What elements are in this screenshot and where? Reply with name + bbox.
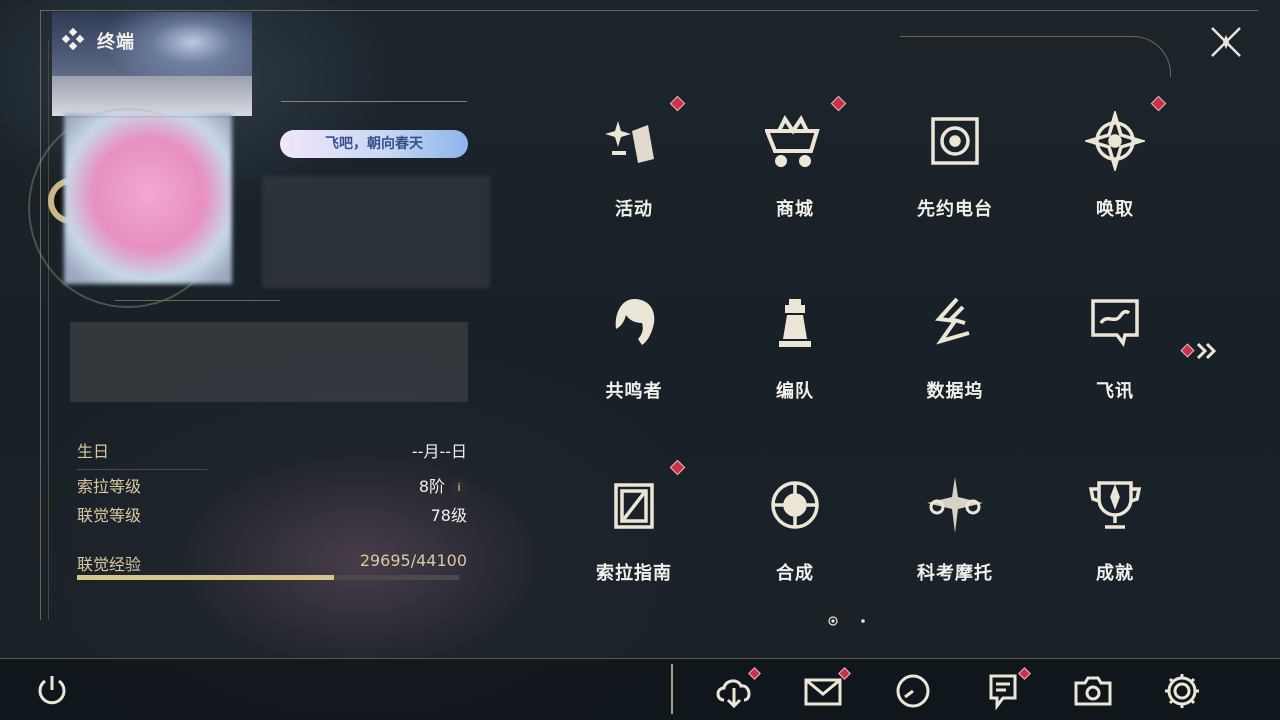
stat-sol-rank: 索拉等级 8阶 i [77, 473, 467, 497]
close-icon[interactable] [1208, 24, 1244, 60]
page-title: 终端 [97, 32, 135, 53]
notification-dot [669, 95, 686, 112]
menu-item-resonators[interactable]: 共鸣者 [559, 275, 709, 425]
menu-item-label: 商城 [776, 199, 814, 220]
synthesis-icon [765, 475, 825, 535]
avatar[interactable] [64, 114, 232, 284]
menu-item-shop[interactable]: 商城 [720, 93, 870, 243]
notification-dot [1150, 95, 1167, 112]
mail-icon[interactable] [803, 672, 843, 710]
menu-item-label: 合成 [776, 563, 814, 584]
frame-line-top [40, 10, 1258, 11]
menu-item-label: 成就 [1096, 563, 1134, 584]
notice-icon[interactable] [983, 672, 1023, 711]
stat-value: --月--日 [411, 442, 467, 461]
team-icon [765, 293, 825, 353]
stat-label: 联觉等级 [77, 506, 142, 525]
menu-item-guide[interactable]: 索拉指南 [559, 457, 709, 607]
menu-item-label: 飞讯 [1096, 381, 1134, 402]
menu-item-label: 数据坞 [926, 381, 984, 402]
radio-icon [925, 111, 985, 171]
download-icon[interactable] [714, 672, 754, 710]
stat-union-exp: 联觉经验 29695/44100 [77, 551, 467, 574]
terminal-icon [61, 27, 85, 51]
bottom-bar-divider [671, 664, 673, 714]
camera-icon[interactable] [1073, 672, 1113, 710]
stat-label: 索拉等级 [77, 477, 142, 496]
exp-progress-fill [77, 575, 335, 580]
event-icon [604, 111, 664, 171]
frame-line-inner-left [48, 40, 49, 620]
signature-blurred[interactable] [70, 322, 468, 402]
menu-item-synthesis[interactable]: 合成 [720, 457, 870, 607]
avatar-divider [115, 300, 280, 301]
menu-item-motorcycle[interactable]: 科考摩托 [880, 457, 1030, 607]
menu-item-label: 科考摩托 [917, 563, 993, 584]
stat-value: 29695/44100 [359, 551, 467, 570]
menu-item-team[interactable]: 编队 [720, 275, 870, 425]
menu-item-label: 共鸣者 [605, 381, 663, 402]
menu-item-radio[interactable]: 先约电台 [880, 93, 1030, 243]
menu-item-messages[interactable]: 飞讯 [1040, 275, 1190, 425]
next-page-button[interactable] [1180, 340, 1222, 362]
info-icon[interactable]: i [451, 480, 467, 496]
messages-icon [1085, 293, 1145, 353]
stat-label: 生日 [77, 442, 110, 461]
menu-item-data-bank[interactable]: 数据坞 [880, 275, 1030, 425]
menu-item-events[interactable]: 活动 [559, 93, 709, 243]
motorcycle-icon [925, 475, 985, 535]
nameplate-divider [281, 101, 467, 102]
menu-item-label: 活动 [615, 199, 653, 220]
resonator-icon [604, 293, 664, 353]
stat-value-wrap: 8阶 i [419, 473, 467, 497]
menu-item-achievement[interactable]: 成就 [1040, 457, 1190, 607]
stat-birthday: 生日 --月--日 [77, 438, 467, 461]
menu-item-label: 索拉指南 [596, 563, 672, 584]
player-name-blurred [262, 176, 490, 288]
exp-progress-bar [77, 575, 459, 580]
menu-item-label: 编队 [776, 381, 814, 402]
menu-item-label: 唤取 [1096, 199, 1134, 220]
convene-icon [1082, 108, 1148, 174]
title-badge[interactable]: 飞吧，朝向春天 [280, 130, 468, 158]
page-indicator [826, 612, 874, 626]
stat-value: 78级 [430, 506, 467, 525]
achievement-icon [1085, 475, 1145, 535]
menu-item-label: 先约电台 [917, 199, 993, 220]
stat-label: 联觉经验 [77, 555, 142, 574]
notification-dot [830, 95, 847, 112]
notification-dot [669, 459, 686, 476]
settings-icon[interactable] [1162, 672, 1202, 710]
stat-union-level: 联觉等级 78级 [77, 502, 467, 525]
shop-icon [764, 111, 825, 171]
stat-divider [77, 469, 207, 470]
frame-line-left [40, 10, 41, 620]
data-bank-icon [925, 293, 985, 353]
clock-icon[interactable] [893, 672, 933, 710]
power-icon[interactable] [32, 670, 72, 708]
guide-icon [604, 475, 664, 535]
stat-value: 8阶 [418, 477, 445, 496]
frame-curve-right [900, 36, 1171, 77]
menu-item-convene[interactable]: 唤取 [1040, 93, 1190, 243]
frame-line-bottom [0, 658, 1280, 659]
